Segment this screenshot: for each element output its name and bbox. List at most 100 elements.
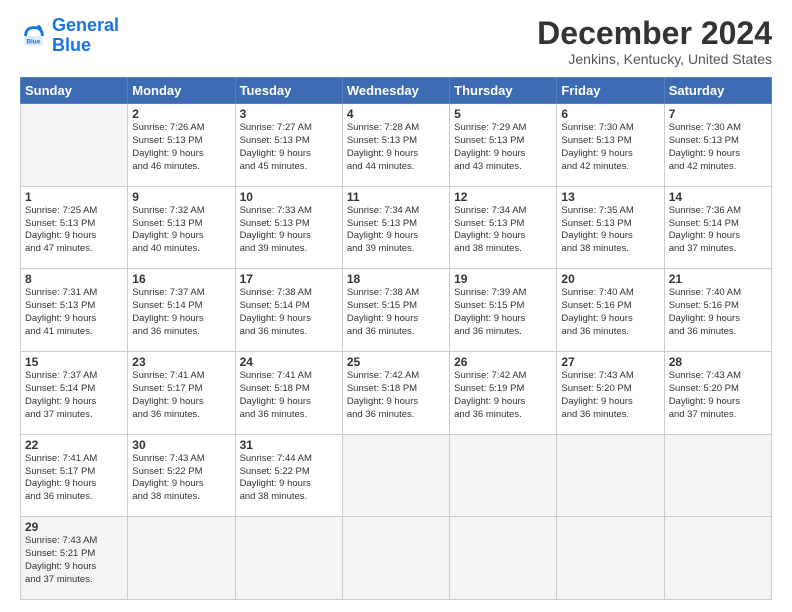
logo-icon: Blue [20, 22, 48, 50]
cell-info: Sunrise: 7:26 AM Sunset: 5:13 PM Dayligh… [132, 122, 230, 173]
cell-info: Sunrise: 7:34 AM Sunset: 5:13 PM Dayligh… [347, 205, 445, 256]
day-number: 28 [669, 355, 767, 369]
title-block: December 2024 Jenkins, Kentucky, United … [537, 16, 772, 67]
day-number: 16 [132, 272, 230, 286]
header-saturday: Saturday [664, 78, 771, 104]
day-number: 22 [25, 438, 123, 452]
day-number: 25 [347, 355, 445, 369]
day-number: 11 [347, 190, 445, 204]
header: Blue GeneralBlue December 2024 Jenkins, … [20, 16, 772, 67]
calendar-cell [450, 434, 557, 517]
day-number: 29 [25, 520, 123, 534]
cell-info: Sunrise: 7:43 AM Sunset: 5:20 PM Dayligh… [561, 370, 659, 421]
day-number: 20 [561, 272, 659, 286]
calendar-cell: 20Sunrise: 7:40 AM Sunset: 5:16 PM Dayli… [557, 269, 664, 352]
calendar-week-row: 29Sunrise: 7:43 AM Sunset: 5:21 PM Dayli… [21, 517, 772, 600]
calendar-cell: 30Sunrise: 7:43 AM Sunset: 5:22 PM Dayli… [128, 434, 235, 517]
day-number: 13 [561, 190, 659, 204]
calendar-cell: 23Sunrise: 7:41 AM Sunset: 5:17 PM Dayli… [128, 352, 235, 435]
header-thursday: Thursday [450, 78, 557, 104]
cell-info: Sunrise: 7:41 AM Sunset: 5:17 PM Dayligh… [25, 453, 123, 504]
cell-info: Sunrise: 7:37 AM Sunset: 5:14 PM Dayligh… [132, 287, 230, 338]
cell-info: Sunrise: 7:38 AM Sunset: 5:14 PM Dayligh… [240, 287, 338, 338]
calendar-cell: 22Sunrise: 7:41 AM Sunset: 5:17 PM Dayli… [21, 434, 128, 517]
calendar-cell: 31Sunrise: 7:44 AM Sunset: 5:22 PM Dayli… [235, 434, 342, 517]
logo: Blue GeneralBlue [20, 16, 119, 56]
calendar-cell: 3Sunrise: 7:27 AM Sunset: 5:13 PM Daylig… [235, 104, 342, 187]
calendar-cell: 25Sunrise: 7:42 AM Sunset: 5:18 PM Dayli… [342, 352, 449, 435]
cell-info: Sunrise: 7:29 AM Sunset: 5:13 PM Dayligh… [454, 122, 552, 173]
calendar-cell: 8Sunrise: 7:31 AM Sunset: 5:13 PM Daylig… [21, 269, 128, 352]
calendar-cell [128, 517, 235, 600]
day-number: 7 [669, 107, 767, 121]
calendar-cell [235, 517, 342, 600]
cell-info: Sunrise: 7:43 AM Sunset: 5:22 PM Dayligh… [132, 453, 230, 504]
day-number: 17 [240, 272, 338, 286]
page: Blue GeneralBlue December 2024 Jenkins, … [0, 0, 792, 612]
calendar-cell: 21Sunrise: 7:40 AM Sunset: 5:16 PM Dayli… [664, 269, 771, 352]
cell-info: Sunrise: 7:41 AM Sunset: 5:17 PM Dayligh… [132, 370, 230, 421]
calendar-week-row: 15Sunrise: 7:37 AM Sunset: 5:14 PM Dayli… [21, 352, 772, 435]
cell-info: Sunrise: 7:42 AM Sunset: 5:18 PM Dayligh… [347, 370, 445, 421]
main-title: December 2024 [537, 16, 772, 51]
cell-info: Sunrise: 7:32 AM Sunset: 5:13 PM Dayligh… [132, 205, 230, 256]
calendar-cell: 9Sunrise: 7:32 AM Sunset: 5:13 PM Daylig… [128, 186, 235, 269]
cell-info: Sunrise: 7:28 AM Sunset: 5:13 PM Dayligh… [347, 122, 445, 173]
calendar-cell: 11Sunrise: 7:34 AM Sunset: 5:13 PM Dayli… [342, 186, 449, 269]
cell-info: Sunrise: 7:25 AM Sunset: 5:13 PM Dayligh… [25, 205, 123, 256]
cell-info: Sunrise: 7:41 AM Sunset: 5:18 PM Dayligh… [240, 370, 338, 421]
day-number: 27 [561, 355, 659, 369]
day-number: 18 [347, 272, 445, 286]
calendar-cell: 7Sunrise: 7:30 AM Sunset: 5:13 PM Daylig… [664, 104, 771, 187]
cell-info: Sunrise: 7:30 AM Sunset: 5:13 PM Dayligh… [561, 122, 659, 173]
cell-info: Sunrise: 7:43 AM Sunset: 5:21 PM Dayligh… [25, 535, 123, 586]
calendar-table: Sunday Monday Tuesday Wednesday Thursday… [20, 77, 772, 600]
cell-info: Sunrise: 7:38 AM Sunset: 5:15 PM Dayligh… [347, 287, 445, 338]
day-number: 3 [240, 107, 338, 121]
day-number: 5 [454, 107, 552, 121]
cell-info: Sunrise: 7:36 AM Sunset: 5:14 PM Dayligh… [669, 205, 767, 256]
day-number: 30 [132, 438, 230, 452]
cell-info: Sunrise: 7:39 AM Sunset: 5:15 PM Dayligh… [454, 287, 552, 338]
calendar-week-row: 2Sunrise: 7:26 AM Sunset: 5:13 PM Daylig… [21, 104, 772, 187]
calendar-cell: 27Sunrise: 7:43 AM Sunset: 5:20 PM Dayli… [557, 352, 664, 435]
day-number: 23 [132, 355, 230, 369]
cell-info: Sunrise: 7:34 AM Sunset: 5:13 PM Dayligh… [454, 205, 552, 256]
calendar-cell: 4Sunrise: 7:28 AM Sunset: 5:13 PM Daylig… [342, 104, 449, 187]
calendar-cell: 19Sunrise: 7:39 AM Sunset: 5:15 PM Dayli… [450, 269, 557, 352]
day-number: 24 [240, 355, 338, 369]
calendar-cell: 5Sunrise: 7:29 AM Sunset: 5:13 PM Daylig… [450, 104, 557, 187]
calendar-cell: 17Sunrise: 7:38 AM Sunset: 5:14 PM Dayli… [235, 269, 342, 352]
day-number: 6 [561, 107, 659, 121]
calendar-cell [557, 517, 664, 600]
cell-info: Sunrise: 7:40 AM Sunset: 5:16 PM Dayligh… [561, 287, 659, 338]
day-number: 15 [25, 355, 123, 369]
calendar-week-row: 1Sunrise: 7:25 AM Sunset: 5:13 PM Daylig… [21, 186, 772, 269]
header-friday: Friday [557, 78, 664, 104]
cell-info: Sunrise: 7:31 AM Sunset: 5:13 PM Dayligh… [25, 287, 123, 338]
calendar-cell: 12Sunrise: 7:34 AM Sunset: 5:13 PM Dayli… [450, 186, 557, 269]
calendar-cell: 2Sunrise: 7:26 AM Sunset: 5:13 PM Daylig… [128, 104, 235, 187]
day-number: 12 [454, 190, 552, 204]
calendar-cell: 1Sunrise: 7:25 AM Sunset: 5:13 PM Daylig… [21, 186, 128, 269]
calendar-cell [664, 517, 771, 600]
header-monday: Monday [128, 78, 235, 104]
calendar-cell [557, 434, 664, 517]
calendar-cell: 18Sunrise: 7:38 AM Sunset: 5:15 PM Dayli… [342, 269, 449, 352]
calendar-cell: 24Sunrise: 7:41 AM Sunset: 5:18 PM Dayli… [235, 352, 342, 435]
calendar-cell: 6Sunrise: 7:30 AM Sunset: 5:13 PM Daylig… [557, 104, 664, 187]
calendar-cell: 26Sunrise: 7:42 AM Sunset: 5:19 PM Dayli… [450, 352, 557, 435]
calendar-cell [21, 104, 128, 187]
cell-info: Sunrise: 7:30 AM Sunset: 5:13 PM Dayligh… [669, 122, 767, 173]
calendar-cell: 16Sunrise: 7:37 AM Sunset: 5:14 PM Dayli… [128, 269, 235, 352]
calendar-cell [342, 434, 449, 517]
day-number: 1 [25, 190, 123, 204]
cell-info: Sunrise: 7:33 AM Sunset: 5:13 PM Dayligh… [240, 205, 338, 256]
header-sunday: Sunday [21, 78, 128, 104]
svg-text:Blue: Blue [26, 38, 40, 45]
day-number: 10 [240, 190, 338, 204]
header-tuesday: Tuesday [235, 78, 342, 104]
calendar-cell: 29Sunrise: 7:43 AM Sunset: 5:21 PM Dayli… [21, 517, 128, 600]
subtitle: Jenkins, Kentucky, United States [537, 51, 772, 67]
calendar-cell: 28Sunrise: 7:43 AM Sunset: 5:20 PM Dayli… [664, 352, 771, 435]
